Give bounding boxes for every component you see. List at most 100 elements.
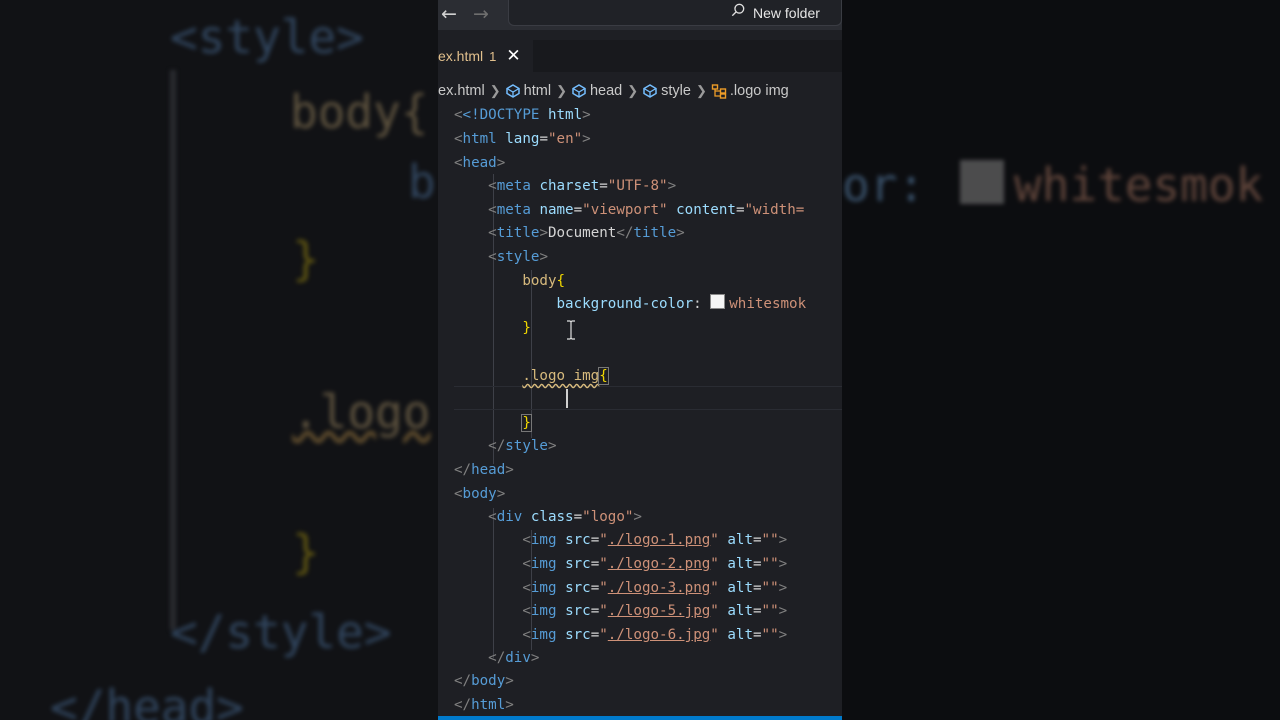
code-line[interactable]: <style> bbox=[454, 246, 548, 269]
code-token: .logo img bbox=[522, 368, 600, 384]
code-line[interactable]: </html> bbox=[454, 694, 514, 717]
code-token: logo bbox=[590, 509, 625, 525]
blurred-code-line: b bbox=[408, 155, 436, 209]
chevron-right-icon: ❯ bbox=[695, 83, 707, 98]
element-icon bbox=[572, 84, 586, 98]
breadcrumb-label: head bbox=[589, 83, 623, 99]
current-line-highlight bbox=[454, 386, 842, 410]
code-token: <!DOCTYPE bbox=[462, 107, 540, 123]
code-token: UTF-8 bbox=[616, 178, 660, 194]
blurred-background-right: or: whitesmok bbox=[842, 0, 1280, 720]
blurred-code-line: <style> bbox=[170, 10, 364, 64]
color-swatch[interactable] bbox=[710, 294, 726, 309]
text-cursor bbox=[566, 389, 568, 408]
code-token[interactable]: ./logo-5.jpg bbox=[608, 603, 711, 619]
title-bar: ← → New folder bbox=[438, 0, 842, 30]
code-line[interactable]: <img src="./logo-5.jpg" alt=""> bbox=[454, 600, 787, 623]
bg-line-3: b bbox=[408, 155, 436, 209]
code-line[interactable]: </body> bbox=[454, 670, 514, 693]
breadcrumb-label: html bbox=[523, 83, 552, 99]
blurred-code-line: } bbox=[292, 232, 320, 286]
code-line[interactable]: .logo img{ bbox=[454, 365, 609, 388]
close-icon[interactable]: ✕ bbox=[506, 46, 520, 66]
chevron-right-icon: ❯ bbox=[556, 83, 567, 98]
bg-line-8: </head> bbox=[50, 680, 244, 720]
blurred-indent-guide bbox=[170, 70, 176, 630]
code-line[interactable]: } bbox=[454, 412, 532, 435]
blurred-code-line: whitesmok bbox=[1014, 158, 1264, 212]
code-token: en bbox=[556, 131, 574, 147]
blurred-code-line: </style> bbox=[170, 605, 392, 659]
code-line[interactable] bbox=[454, 341, 463, 364]
code-token: width= bbox=[753, 202, 805, 218]
bg-line-4: } bbox=[292, 232, 320, 286]
command-center-search[interactable]: New folder bbox=[508, 0, 842, 26]
code-line[interactable]: <meta charset="UTF-8"> bbox=[454, 175, 676, 198]
forward-arrow-icon[interactable]: → bbox=[473, 3, 489, 25]
blurred-color-swatch bbox=[960, 160, 1004, 204]
code-token: whitesmok bbox=[729, 296, 807, 312]
chevron-right-icon: ❯ bbox=[627, 83, 639, 98]
blurred-code-line: </head> bbox=[50, 680, 244, 720]
tab-filename: ex.html bbox=[438, 48, 484, 64]
code-line[interactable]: <html lang="en"> bbox=[454, 128, 591, 151]
code-line[interactable]: <img src="./logo-3.png" alt=""> bbox=[454, 577, 787, 600]
ibeam-cursor-icon bbox=[567, 320, 575, 340]
code-line[interactable]: background-color: whitesmok bbox=[454, 293, 806, 316]
code-line[interactable]: } bbox=[454, 317, 531, 340]
code-token[interactable]: ./logo-1.png bbox=[608, 532, 711, 548]
code-token[interactable]: ./logo-2.png bbox=[608, 556, 711, 572]
css-rule-icon bbox=[711, 84, 727, 99]
bg-line-6: } bbox=[292, 525, 320, 579]
code-line[interactable]: <div class="logo"> bbox=[454, 506, 642, 529]
code-token: background-color bbox=[556, 296, 694, 312]
breadcrumb-label: .logo img bbox=[729, 83, 789, 99]
breadcrumb-item-html[interactable]: html bbox=[505, 83, 551, 99]
code-token: viewport bbox=[590, 202, 660, 218]
code-token: Document bbox=[547, 225, 617, 241]
breadcrumb-item-selector[interactable]: .logo img bbox=[711, 83, 789, 99]
code-token[interactable]: ./logo-6.jpg bbox=[608, 627, 711, 643]
code-token: body bbox=[522, 273, 557, 289]
bg-line-1: <style> bbox=[170, 10, 364, 64]
element-icon bbox=[643, 84, 657, 98]
code-line[interactable]: </style> bbox=[454, 435, 556, 458]
code-line[interactable]: <img src="./logo-6.jpg" alt=""> bbox=[454, 624, 787, 647]
blurred-code-line: .logo bbox=[292, 385, 430, 439]
code-line[interactable]: <head> bbox=[454, 152, 505, 175]
breadcrumb-item-head[interactable]: head bbox=[571, 83, 622, 99]
code-line[interactable]: <title>Document</title> bbox=[454, 222, 685, 245]
code-line[interactable]: <img src="./logo-2.png" alt=""> bbox=[454, 553, 787, 576]
back-arrow-icon[interactable]: ← bbox=[441, 3, 457, 25]
bg-line-2: body{ bbox=[290, 85, 429, 139]
chevron-right-icon: ❯ bbox=[489, 83, 501, 98]
blurred-background-left: <style> body{ b } .logo } </style> </hea… bbox=[0, 0, 438, 720]
code-line[interactable] bbox=[454, 388, 463, 411]
search-icon bbox=[731, 3, 745, 17]
code-line[interactable]: <meta name="viewport" content="width= bbox=[454, 199, 804, 222]
code-line[interactable]: </head> bbox=[454, 459, 514, 482]
code-editor-window: ← → New folder ex.html 1 ✕ ex.html ❯ htm… bbox=[438, 0, 842, 720]
code-line[interactable]: <body> bbox=[454, 483, 505, 506]
bg-line-5: .logo bbox=[292, 385, 431, 439]
breadcrumb-item-style[interactable]: style bbox=[642, 83, 691, 99]
tab-index-html[interactable]: ex.html 1 ✕ bbox=[438, 40, 533, 72]
breadcrumb-label: style bbox=[661, 83, 691, 99]
tab-problem-count: 1 bbox=[489, 48, 497, 64]
tab-bar: ex.html 1 ✕ bbox=[438, 40, 842, 72]
element-icon bbox=[505, 84, 520, 98]
code-line[interactable]: <img src="./logo-1.png" alt=""> bbox=[454, 529, 787, 552]
breadcrumb-item-file[interactable]: ex.html bbox=[438, 83, 485, 99]
code-token: html bbox=[539, 107, 583, 123]
code-line[interactable]: <<!DOCTYPE html> bbox=[454, 104, 591, 127]
blurred-code-line: } bbox=[292, 525, 320, 579]
blurred-code-line: body{ bbox=[290, 85, 428, 139]
breadcrumb: ex.html ❯ html ❯ head ❯ style ❯ .logo im… bbox=[438, 80, 842, 102]
status-bar bbox=[438, 716, 842, 720]
bg-line-7: </style> bbox=[170, 605, 392, 659]
blurred-code-line: or: bbox=[842, 158, 926, 212]
code-line[interactable]: </div> bbox=[454, 647, 539, 670]
search-label: New folder bbox=[753, 5, 820, 21]
code-line[interactable]: body{ bbox=[454, 270, 565, 293]
code-token[interactable]: ./logo-3.png bbox=[608, 580, 711, 596]
